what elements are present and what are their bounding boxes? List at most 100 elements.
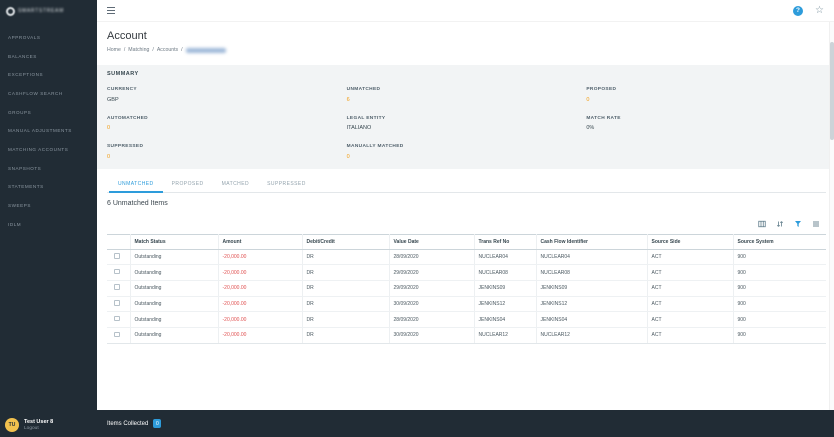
cell-source-side: ACT <box>647 280 734 297</box>
summary-field-label: MATCH RATE <box>586 115 621 121</box>
summary-field-manually-matched: MANUALLY MATCHED 0 <box>347 144 587 160</box>
table-toolbar <box>107 220 826 229</box>
sidebar-item-statements[interactable]: STATEMENTS <box>0 178 97 197</box>
breadcrumb-matching[interactable]: Matching <box>128 47 149 53</box>
unmatched-items-heading: 6 Unmatched Items <box>107 199 168 207</box>
cell-source-system: 900 <box>733 249 826 266</box>
row-checkbox[interactable] <box>114 268 120 275</box>
table-row[interactable]: Outstanding -20,000.00 DR 30/09/2020 JENKINS… <box>107 296 826 313</box>
summary-field-unmatched: UNMATCHED 6 <box>347 87 587 103</box>
sidebar-nav: APPROVALS BALANCES EXCEPTIONS CASHFLOW SEAR… <box>0 28 97 234</box>
cell-value-date: 30/09/2020 <box>389 296 475 313</box>
summary-field-match-rate: MATCH RATE 0% <box>586 116 826 132</box>
column-header-debit-credit[interactable]: Debit/Credit <box>302 233 390 250</box>
cell-cash-flow-identifier: NUCLEAR04 <box>536 249 648 266</box>
column-header-amount[interactable]: Amount <box>218 233 303 250</box>
summary-heading: SUMMARY <box>107 71 139 77</box>
summary-field-value: 0 <box>107 125 111 131</box>
cell-amount: -20,000.00 <box>218 296 303 313</box>
row-select-cell <box>107 327 131 344</box>
cell-value-date: 30/09/2020 <box>389 327 475 344</box>
tabs: UNMATCHED PROPOSED MATCHED SUPPRESSED <box>107 176 826 193</box>
breadcrumb-separator: / <box>181 47 183 53</box>
menu-icon[interactable] <box>107 6 115 16</box>
tab-proposed[interactable]: PROPOSED <box>163 176 213 193</box>
sidebar-item-balances[interactable]: BALANCES <box>0 47 97 66</box>
favorite-star-icon[interactable]: ☆ <box>815 5 824 16</box>
user-meta: Test User 8 Logout <box>24 419 53 432</box>
scrollbar[interactable] <box>829 22 834 410</box>
breadcrumb-accounts[interactable]: Accounts <box>157 47 178 53</box>
breadcrumb-home[interactable]: Home <box>107 47 121 53</box>
app-logo: SMARTSTREAM <box>0 0 97 22</box>
topbar: ? ☆ <box>97 0 834 22</box>
list-icon[interactable] <box>811 220 820 229</box>
sidebar-item-cashflow-search[interactable]: CASHFLOW SEARCH <box>0 84 97 103</box>
cell-source-system: 900 <box>733 327 826 344</box>
scrollbar-thumb[interactable] <box>830 42 834 140</box>
summary-field-legal-entity: LEGAL ENTITY ITALIANO <box>347 116 587 132</box>
items-collected-badge: 0 <box>153 419 162 428</box>
table-row[interactable]: Outstanding -20,000.00 DR 30/09/2020 NUCLEAR… <box>107 327 826 344</box>
cell-amount: -20,000.00 <box>218 280 303 297</box>
row-checkbox[interactable] <box>114 315 120 322</box>
row-checkbox[interactable] <box>114 300 120 306</box>
logout-link[interactable]: Logout <box>24 426 53 431</box>
cell-match-status: Outstanding <box>130 264 219 281</box>
column-header-trans-ref-no[interactable]: Trans Ref No <box>474 233 537 250</box>
cell-cash-flow-identifier: JENKINS04 <box>536 311 648 328</box>
cell-amount: -20,000.00 <box>218 264 303 281</box>
column-header-match-status[interactable]: Match Status <box>130 233 219 250</box>
column-header-cash-flow-identifier[interactable]: Cash Flow Identifier <box>536 233 648 250</box>
breadcrumb-account-id-redacted <box>185 47 226 53</box>
summary-field-currency: CURRENCY GBP <box>107 87 347 103</box>
avatar[interactable]: TU <box>5 418 19 432</box>
cell-trans-ref-no: NUCLEAR08 <box>474 264 537 281</box>
sidebar-item-snapshots[interactable]: SNAPSHOTS <box>0 159 97 178</box>
cell-trans-ref-no: JENKINS12 <box>474 296 537 313</box>
summary-field-automatched: AUTOMATCHED 0 <box>107 116 347 132</box>
tab-suppressed[interactable]: SUPPRESSED <box>258 176 315 193</box>
table-row[interactable]: Outstanding -20,000.00 DR 29/09/2020 JENKINS… <box>107 280 826 297</box>
row-checkbox[interactable] <box>114 253 120 259</box>
summary-field-value: ITALIANO <box>346 125 372 131</box>
columns-icon[interactable] <box>757 220 766 229</box>
sidebar-item-sweeps[interactable]: SWEEPS <box>0 196 97 215</box>
cell-source-system: 900 <box>733 296 826 313</box>
cell-source-side: ACT <box>647 327 734 344</box>
cell-cash-flow-identifier: NUCLEAR12 <box>536 327 648 344</box>
cell-cash-flow-identifier: JENKINS09 <box>536 280 648 297</box>
sort-icon[interactable] <box>775 220 784 229</box>
sidebar-item-idlm[interactable]: IDLM <box>0 215 97 234</box>
row-checkbox[interactable] <box>114 284 120 290</box>
sidebar-item-exceptions[interactable]: EXCEPTIONS <box>0 65 97 84</box>
summary-field-value: 0% <box>586 125 595 131</box>
table-row[interactable]: Outstanding -20,000.00 DR 28/09/2020 JENKINS… <box>107 311 826 328</box>
column-header-value-date[interactable]: Value Date <box>389 233 475 250</box>
table-row[interactable]: Outstanding -20,000.00 DR 28/09/2020 NUCLEAR… <box>107 249 826 266</box>
summary-field-label: MANUALLY MATCHED <box>346 144 404 149</box>
cell-amount: -20,000.00 <box>218 311 303 328</box>
column-header-source-side[interactable]: Source Side <box>647 233 734 250</box>
tab-matched[interactable]: MATCHED <box>213 176 259 193</box>
breadcrumb-separator: / <box>152 47 154 53</box>
sidebar-item-groups[interactable]: GROUPS <box>0 103 97 122</box>
select-all-cell <box>107 233 131 250</box>
cell-cash-flow-identifier: NUCLEAR08 <box>536 264 648 281</box>
sidebar-item-manual-adjustments[interactable]: MANUAL ADJUSTMENTS <box>0 121 97 140</box>
row-checkbox[interactable] <box>114 331 120 338</box>
help-icon[interactable]: ? <box>793 5 804 16</box>
cell-debit-credit: DR <box>302 280 390 297</box>
column-header-source-system[interactable]: Source System <box>733 233 826 250</box>
cell-debit-credit: DR <box>302 296 390 313</box>
summary-field-label: PROPOSED <box>586 87 617 92</box>
sidebar-item-approvals[interactable]: APPROVALS <box>0 28 97 47</box>
summary-grid: CURRENCY GBP UNMATCHED 6 PROPOSED 0 AUTO… <box>107 87 826 160</box>
sidebar-item-matching-accounts[interactable]: MATCHING ACCOUNTS <box>0 140 97 159</box>
sidebar: SMARTSTREAM APPROVALS BALANCES EXCEPTIONS C… <box>0 0 97 437</box>
tab-unmatched[interactable]: UNMATCHED <box>109 176 163 193</box>
summary-field-proposed: PROPOSED 0 <box>586 87 826 103</box>
filter-icon[interactable] <box>793 220 802 229</box>
summary-field-value: 0 <box>586 96 590 103</box>
table-row[interactable]: Outstanding -20,000.00 DR 29/09/2020 NUCLEAR… <box>107 264 826 281</box>
